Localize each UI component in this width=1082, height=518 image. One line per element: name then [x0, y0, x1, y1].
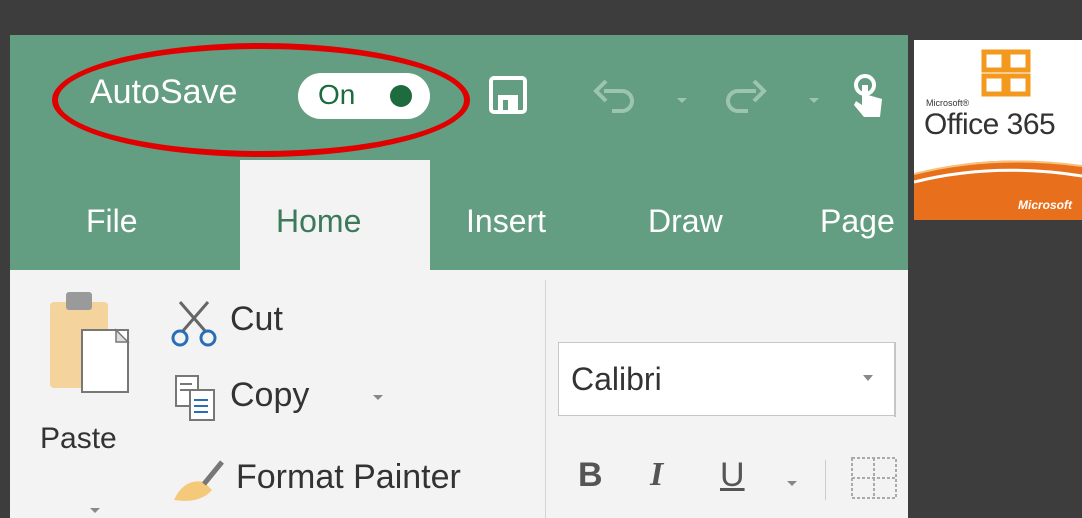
logo-microsoft-small: Microsoft®: [926, 98, 970, 108]
italic-button[interactable]: I: [650, 456, 663, 494]
bold-button[interactable]: B: [578, 456, 603, 495]
font-name-value: Calibri: [571, 361, 662, 397]
office-logo-icon: [981, 49, 1031, 97]
redo-dropdown-icon[interactable]: [808, 97, 820, 105]
redo-icon[interactable]: [722, 77, 770, 115]
underline-button[interactable]: U: [720, 456, 745, 495]
copy-icon: [175, 375, 215, 421]
copy-label: Copy: [230, 376, 310, 414]
format-painter-label: Format Painter: [236, 458, 461, 496]
tab-home-label: Home: [276, 203, 362, 239]
autosave-toggle[interactable]: On: [298, 73, 430, 119]
font-size-box-edge: [894, 343, 896, 417]
ribbon-tabs: File Home Insert Draw Page: [10, 160, 908, 270]
paste-button[interactable]: Paste: [38, 290, 148, 513]
tab-page-layout[interactable]: Page: [820, 203, 895, 240]
logo-microsoft-brand: Microsoft: [1018, 198, 1072, 212]
autosave-state: On: [318, 79, 356, 110]
logo-product-name: Office 365: [924, 108, 1056, 141]
autosave-label: AutoSave: [90, 73, 238, 111]
copy-dropdown-icon[interactable]: [372, 394, 384, 402]
borders-icon[interactable]: [850, 456, 898, 500]
tab-draw[interactable]: Draw: [648, 203, 723, 240]
touch-mode-icon[interactable]: [848, 73, 888, 121]
paste-label: Paste: [40, 422, 117, 455]
copy-button[interactable]: Copy: [168, 370, 398, 428]
office365-logo: Microsoft® Office 365 Microsoft: [914, 40, 1082, 220]
underline-dropdown-icon[interactable]: [786, 480, 798, 488]
excel-window: AutoSave On File Home Insert Draw Page P…: [10, 35, 908, 518]
ribbon-home: Paste Cut Copy Format Painter Calibri B …: [10, 270, 908, 518]
paintbrush-icon: [174, 460, 224, 501]
paste-dropdown-icon[interactable]: [90, 508, 100, 513]
font-group-separator: [825, 460, 826, 500]
clipboard-icon: [50, 292, 130, 393]
font-dropdown-icon[interactable]: [863, 375, 873, 381]
undo-icon[interactable]: [590, 77, 638, 115]
cut-label: Cut: [230, 300, 283, 338]
group-separator: [545, 280, 546, 518]
font-name-combobox[interactable]: Calibri: [558, 342, 896, 417]
format-painter-button[interactable]: Format Painter: [168, 448, 548, 508]
title-bar: AutoSave On: [10, 35, 908, 160]
tab-file[interactable]: File: [86, 203, 138, 240]
undo-dropdown-icon[interactable]: [676, 97, 688, 105]
save-icon[interactable]: [488, 75, 528, 115]
scissors-icon: [171, 301, 217, 347]
tab-insert[interactable]: Insert: [466, 203, 546, 240]
tab-home[interactable]: Home: [240, 160, 430, 270]
toggle-knob: [390, 85, 412, 107]
cut-button[interactable]: Cut: [168, 292, 318, 350]
